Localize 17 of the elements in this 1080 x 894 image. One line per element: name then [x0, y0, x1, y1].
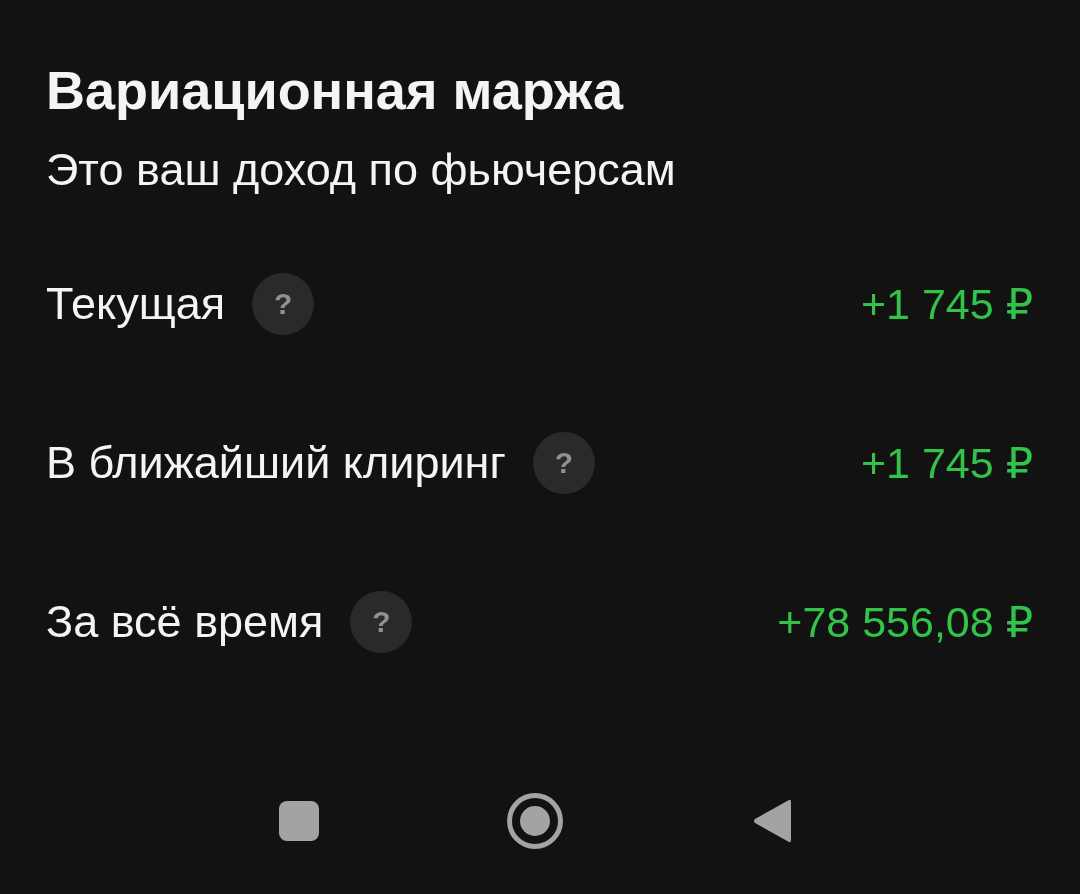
help-button[interactable]: ?: [252, 273, 315, 335]
ring-dot-icon: [506, 793, 563, 849]
margin-value: +1 745 ₽: [860, 279, 1033, 330]
triangle-icon: [752, 798, 791, 844]
square-icon: [278, 801, 319, 841]
back-button[interactable]: [752, 798, 791, 844]
home-button[interactable]: [506, 793, 563, 849]
margin-label: В ближайший клиринг: [46, 436, 506, 490]
margin-value: +1 745 ₽: [860, 438, 1033, 489]
recent-apps-button[interactable]: [278, 801, 319, 841]
help-button[interactable]: ?: [350, 591, 413, 653]
margin-label: За всё время: [46, 595, 324, 649]
help-button[interactable]: ?: [532, 432, 595, 494]
margin-value: +78 556,08 ₽: [777, 597, 1033, 648]
screen-subtitle: Это ваш доход по фьючерсам: [46, 143, 676, 197]
screen-title: Вариационная маржа: [46, 59, 623, 122]
margin-label: Текущая: [46, 277, 226, 331]
